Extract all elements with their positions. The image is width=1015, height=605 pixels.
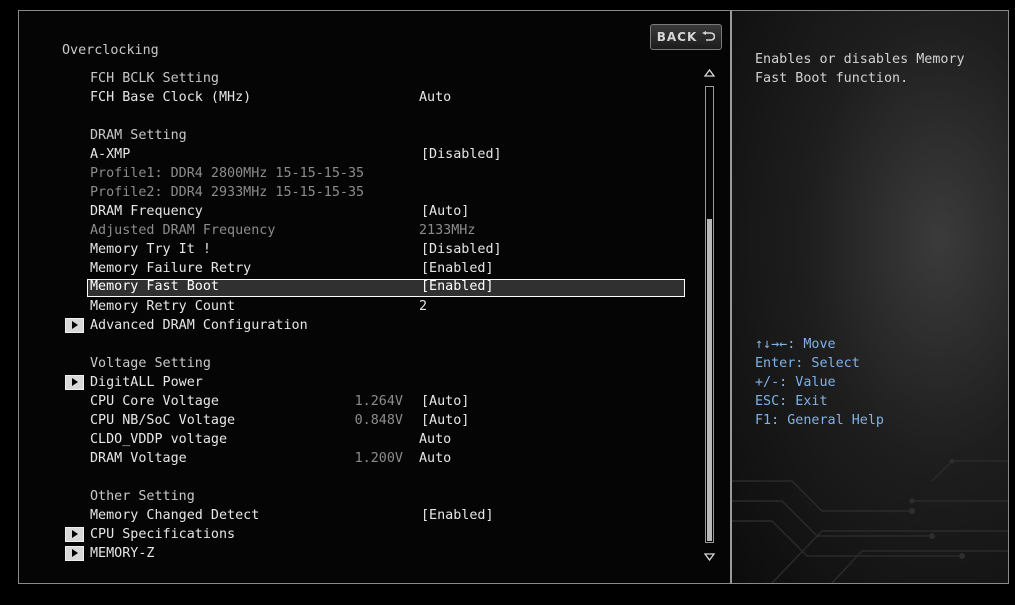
setting-label: CPU Core Voltage	[90, 394, 219, 409]
submenu-digitall-power[interactable]: DigitALL Power	[19, 373, 730, 392]
fch-bclk-heading: FCH BCLK Setting	[90, 71, 219, 86]
xmp-profile2-info: Profile2: DDR4 2933MHz 15-15-15-35	[90, 185, 365, 200]
submenu-arrow-icon	[65, 318, 84, 333]
setting-label: Memory Fast Boot	[90, 279, 219, 294]
setting-value: Auto	[419, 451, 452, 466]
setting-row-dram-frequency[interactable]: DRAM Frequency [Auto]	[19, 202, 730, 221]
submenu-label: CPU Specifications	[90, 527, 236, 542]
submenu-label: MEMORY-Z	[90, 546, 155, 561]
setting-value: 2	[419, 299, 428, 314]
key-hint-value: +/-: Value	[755, 375, 836, 390]
help-panel: Enables or disables Memory Fast Boot fun…	[730, 10, 1009, 584]
setting-label: Memory Changed Detect	[90, 508, 260, 523]
setting-row-memory-try-it[interactable]: Memory Try It ! [Disabled]	[19, 240, 730, 259]
setting-value: [Enabled]	[421, 508, 494, 523]
key-hint-move: ↑↓→←: Move	[755, 337, 836, 352]
submenu-cpu-specifications[interactable]: CPU Specifications	[19, 525, 730, 544]
setting-value: [Disabled]	[421, 147, 502, 162]
setting-row-a-xmp[interactable]: A-XMP [Disabled]	[19, 145, 730, 164]
setting-label: DRAM Frequency	[90, 204, 203, 219]
other-setting-heading: Other Setting	[90, 489, 195, 504]
scrollbar-thumb[interactable]	[707, 219, 712, 541]
back-arrow-icon	[702, 31, 716, 41]
submenu-advanced-dram-configuration[interactable]: Advanced DRAM Configuration	[19, 316, 730, 335]
key-hint-exit: ESC: Exit	[755, 394, 828, 409]
voltage-setting-heading: Voltage Setting	[90, 356, 211, 371]
setting-value: [Auto]	[421, 394, 470, 409]
setting-value: 2133MHz	[419, 223, 476, 238]
voltage-reading: 1.264V	[354, 394, 403, 409]
setting-label: CPU NB/SoC Voltage	[90, 413, 236, 428]
scroll-down-icon[interactable]	[704, 552, 715, 562]
setting-value: [Auto]	[421, 204, 470, 219]
page-title: Overclocking	[62, 43, 159, 58]
setting-row-cldo-vddp-voltage[interactable]: CLDO_VDDP voltage Auto	[19, 430, 730, 449]
setting-value: Auto	[419, 432, 452, 447]
setting-row-fch-base-clock[interactable]: FCH Base Clock (MHz) Auto	[19, 88, 730, 107]
key-hint-general-help: F1: General Help	[755, 413, 884, 428]
submenu-arrow-icon	[65, 375, 84, 390]
setting-value: [Disabled]	[421, 242, 502, 257]
setting-label: A-XMP	[90, 147, 131, 162]
setting-row-cpu-core-voltage[interactable]: CPU Core Voltage 1.264V [Auto]	[19, 392, 730, 411]
scrollbar-track[interactable]	[705, 86, 714, 543]
circuit-decoration	[732, 458, 1008, 583]
help-description-line2: Fast Boot function.	[755, 71, 909, 86]
voltage-reading: 1.200V	[354, 451, 403, 466]
help-description-line1: Enables or disables Memory	[755, 52, 965, 67]
scroll-up-icon[interactable]	[704, 68, 715, 78]
setting-row-dram-voltage[interactable]: DRAM Voltage 1.200V Auto	[19, 449, 730, 468]
setting-row-memory-changed-detect[interactable]: Memory Changed Detect [Enabled]	[19, 506, 730, 525]
submenu-arrow-icon	[65, 546, 84, 561]
setting-value: [Auto]	[421, 413, 470, 428]
setting-label: CLDO_VDDP voltage	[90, 432, 228, 447]
setting-value: [Enabled]	[421, 279, 494, 294]
setting-row-cpu-nb-soc-voltage[interactable]: CPU NB/SoC Voltage 0.848V [Auto]	[19, 411, 730, 430]
setting-row-memory-retry-count[interactable]: Memory Retry Count 2	[19, 297, 730, 316]
setting-label: DRAM Voltage	[90, 451, 187, 466]
setting-row-adjusted-dram-frequency: Adjusted DRAM Frequency 2133MHz	[19, 221, 730, 240]
setting-label: Memory Retry Count	[90, 299, 236, 314]
submenu-label: DigitALL Power	[90, 375, 203, 390]
back-label: BACK	[656, 30, 698, 44]
key-hint-select: Enter: Select	[755, 356, 860, 371]
setting-row-memory-failure-retry[interactable]: Memory Failure Retry [Enabled]	[19, 259, 730, 278]
voltage-reading: 0.848V	[354, 413, 403, 428]
setting-label: Memory Try It !	[90, 242, 211, 257]
setting-row-memory-fast-boot[interactable]: Memory Fast Boot [Enabled]	[19, 279, 730, 298]
setting-value: [Enabled]	[421, 261, 494, 276]
submenu-label: Advanced DRAM Configuration	[90, 318, 308, 333]
setting-label: Adjusted DRAM Frequency	[90, 223, 276, 238]
setting-value: Auto	[419, 90, 452, 105]
setting-label: Memory Failure Retry	[90, 261, 252, 276]
submenu-memory-z[interactable]: MEMORY-Z	[19, 544, 730, 563]
back-button[interactable]: BACK	[650, 24, 722, 50]
settings-panel: Overclocking BACK FCH BCLK Setting FCH B…	[18, 10, 731, 584]
setting-label: FCH Base Clock (MHz)	[90, 90, 252, 105]
submenu-arrow-icon	[65, 527, 84, 542]
xmp-profile1-info: Profile1: DDR4 2800MHz 15-15-15-35	[90, 166, 365, 181]
dram-setting-heading: DRAM Setting	[90, 128, 187, 143]
